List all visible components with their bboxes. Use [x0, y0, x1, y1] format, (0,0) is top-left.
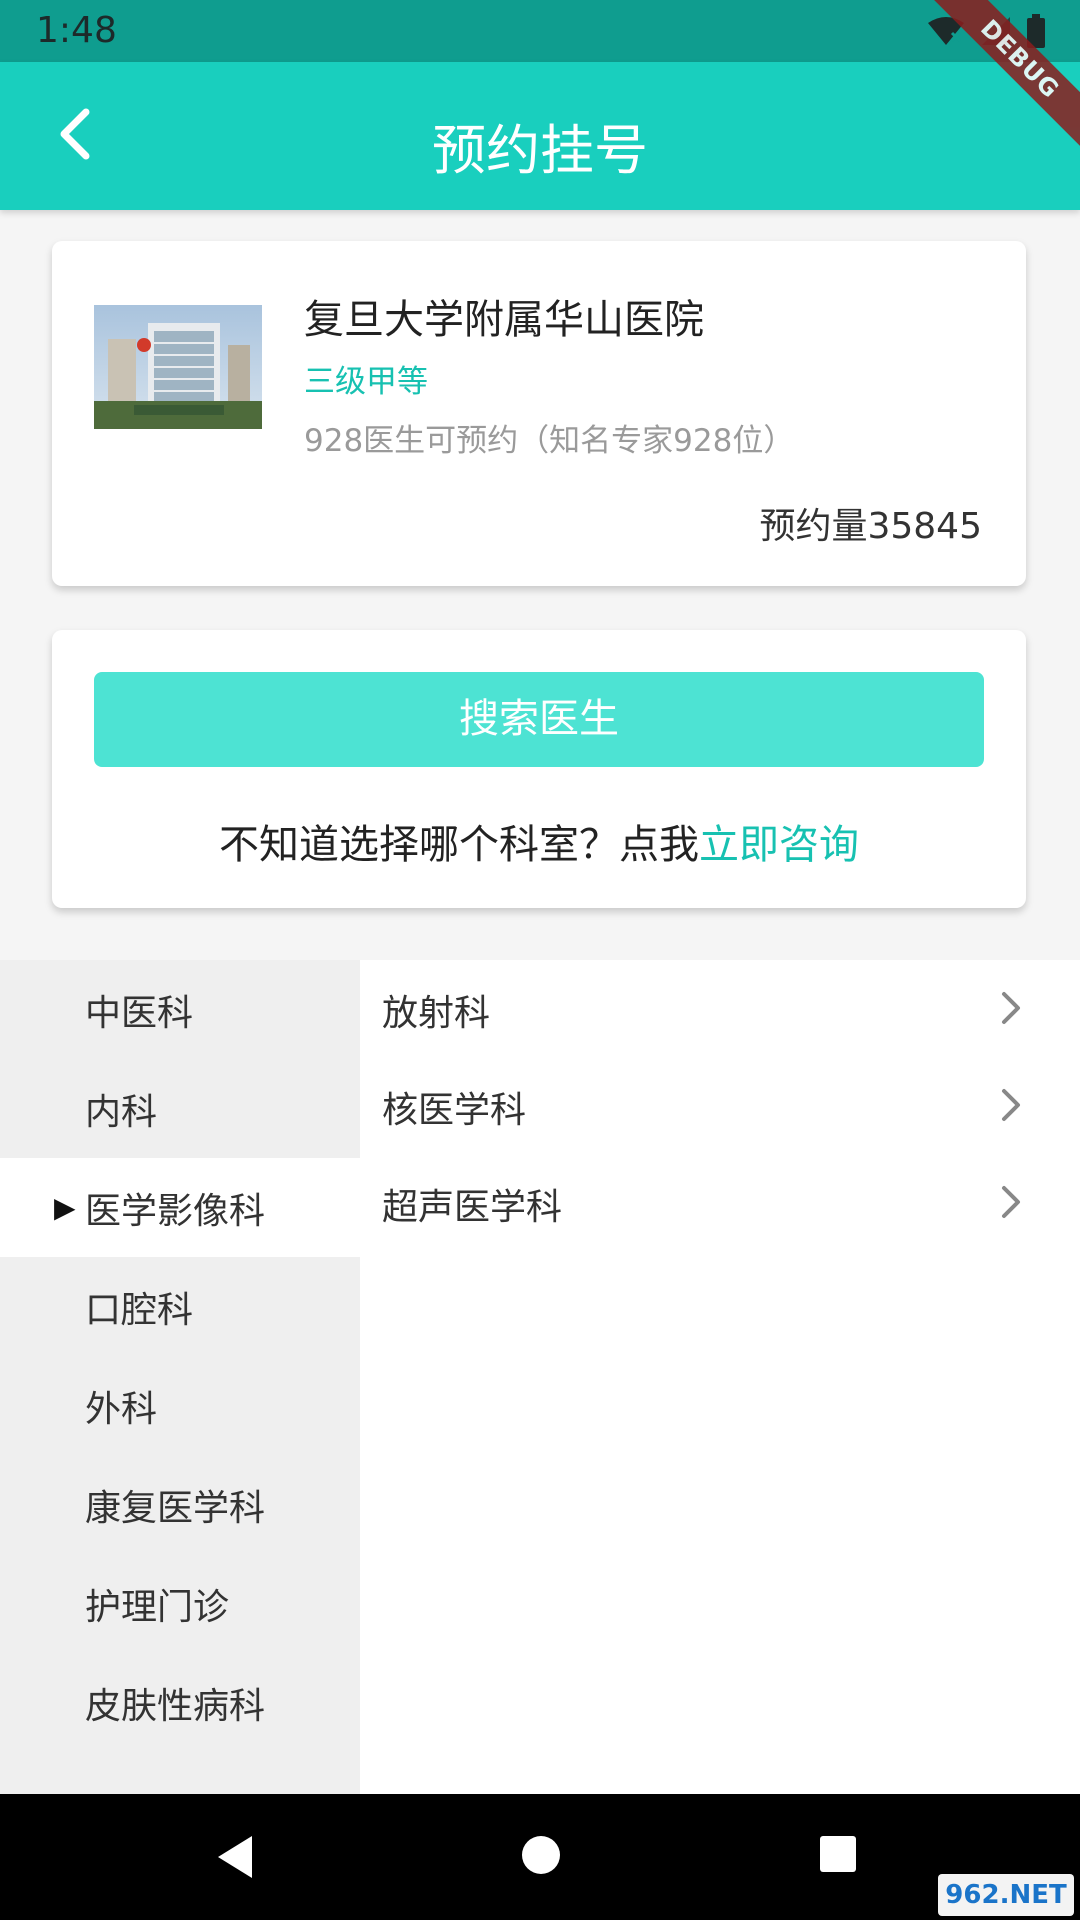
- category-label: 护理门诊: [85, 1586, 230, 1628]
- search-doctor-button[interactable]: 搜索医生: [94, 672, 984, 767]
- hospital-name: 复旦大学附属华山医院: [304, 297, 704, 343]
- category-item-selected[interactable]: ▶ 医学影像科: [0, 1158, 360, 1257]
- department-category-list: 中医科 内科 ▶ 医学影像科 口腔科 外科 康复医学科 护理门诊 皮肤性病科: [0, 960, 360, 1794]
- system-nav-bar: 962.NET: [0, 1794, 1080, 1920]
- category-label: 康复医学科: [85, 1487, 266, 1529]
- booking-count: 预约量35845: [759, 506, 982, 547]
- category-label: 医学影像科: [85, 1190, 266, 1232]
- consult-link[interactable]: 立即咨询: [699, 822, 859, 868]
- category-item[interactable]: 皮肤性病科: [0, 1653, 360, 1752]
- consult-prompt: 不知道选择哪个科室？点我立即咨询: [52, 812, 1026, 870]
- status-time: 1:48: [36, 10, 117, 51]
- watermark-logo: 962.NET: [938, 1874, 1074, 1916]
- category-item[interactable]: 康复医学科: [0, 1455, 360, 1554]
- chevron-right-icon: [996, 1087, 1026, 1123]
- consult-prefix: 不知道选择哪个科室？点我: [219, 822, 699, 868]
- category-item[interactable]: 护理门诊: [0, 1554, 360, 1653]
- hospital-doctor-count: 928医生可预约（知名专家928位）: [304, 423, 795, 459]
- chevron-right-icon: [996, 990, 1026, 1026]
- chevron-right-icon: [996, 1184, 1026, 1220]
- category-label: 皮肤性病科: [85, 1685, 266, 1727]
- sub-department-item[interactable]: 核医学科: [360, 1057, 1080, 1154]
- category-label: 中医科: [85, 992, 194, 1034]
- hospital-photo: [94, 305, 262, 429]
- status-bar: 1:48: [0, 0, 1080, 62]
- category-item[interactable]: 口腔科: [0, 1257, 360, 1356]
- category-label: 外科: [85, 1388, 158, 1430]
- category-item[interactable]: 中医科: [0, 960, 360, 1059]
- sub-department-label: 超声医学科: [382, 1187, 563, 1228]
- department-panel: 中医科 内科 ▶ 医学影像科 口腔科 外科 康复医学科 护理门诊 皮肤性病科 放…: [0, 960, 1080, 1794]
- category-item[interactable]: 外科: [0, 1356, 360, 1455]
- category-label: 内科: [85, 1091, 158, 1133]
- page-title: 预约挂号: [432, 119, 648, 182]
- home-circle-icon[interactable]: [518, 1832, 564, 1882]
- category-item[interactable]: 内科: [0, 1059, 360, 1158]
- sub-department-label: 放射科: [382, 993, 491, 1034]
- sub-department-label: 核医学科: [382, 1090, 527, 1131]
- hospital-card[interactable]: 复旦大学附属华山医院 三级甲等 928医生可预约（知名专家928位） 预约量35…: [52, 241, 1026, 586]
- sub-department-item[interactable]: 放射科: [360, 960, 1080, 1057]
- hospital-level: 三级甲等: [304, 364, 428, 400]
- back-triangle-icon[interactable]: [212, 1832, 258, 1886]
- search-card: 搜索医生 不知道选择哪个科室？点我立即咨询: [52, 630, 1026, 908]
- selected-triangle-icon: ▶: [54, 1191, 76, 1224]
- category-label: 口腔科: [85, 1289, 194, 1331]
- app-bar: 预约挂号: [0, 62, 1080, 210]
- recents-square-icon[interactable]: [816, 1832, 860, 1880]
- sub-department-item[interactable]: 超声医学科: [360, 1154, 1080, 1251]
